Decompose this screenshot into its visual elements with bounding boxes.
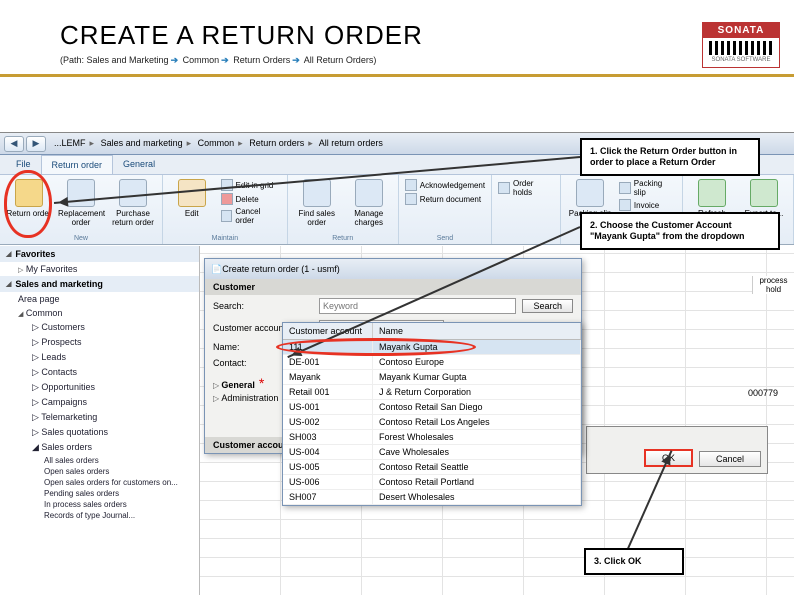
dropdown-row[interactable]: US-004Cave Wholesales [283,445,581,460]
nav-campaigns[interactable]: ▷ Campaigns [0,395,199,410]
my-favorites-item[interactable]: ▷ My Favorites [0,262,199,276]
return-document-button[interactable]: Return document [405,193,485,205]
dropdown-row[interactable]: US-001Contoso Retail San Diego [283,400,581,415]
dropdown-row[interactable]: SH007Desert Wholesales [283,490,581,505]
nav-pending-so[interactable]: Pending sales orders [0,488,199,499]
dropdown-row[interactable]: 111_Mayank Gupta [283,340,581,355]
dropdown-row[interactable]: SH003Forest Wholesales [283,430,581,445]
tab-return-order[interactable]: Return order [41,155,114,174]
packing-slip-journal-button[interactable]: Packing slip [619,179,676,197]
acknowledgement-button[interactable]: Acknowledgement [405,179,485,191]
cancel-button[interactable]: Cancel [699,451,761,467]
dropdown-row[interactable]: MayankMayank Kumar Gupta [283,370,581,385]
breadcrumb[interactable]: ...LEMF▸ Sales and marketing▸ Common▸ Re… [54,138,383,149]
customer-account-dropdown: Customer accountName 111_Mayank GuptaDE-… [282,322,582,506]
sales-marketing-section[interactable]: ◢Sales and marketing [0,276,199,292]
dropdown-row[interactable]: US-005Contoso Retail Seattle [283,460,581,475]
nav-forward-button[interactable]: ▶ [26,136,46,152]
sonata-logo: SONATA SONATA SOFTWARE [702,22,780,68]
dialog-footer: OK Cancel [586,426,768,474]
nav-sales-quotations[interactable]: ▷ Sales quotations [0,425,199,440]
process-hold-strip[interactable]: process hold [752,276,794,294]
tab-general[interactable]: General [113,155,165,174]
dialog-title: 📄 Create return order (1 - usmf) [205,259,581,279]
breadcrumb-path: (Path: Sales and Marketing➔ Common➔ Retu… [60,55,794,66]
delete-button[interactable]: Delete [221,193,281,205]
common-item[interactable]: ◢ Common [0,306,199,320]
favorites-section[interactable]: ◢Favorites [0,246,199,262]
find-sales-order-button[interactable]: Find sales order [294,179,340,227]
nav-telemarketing[interactable]: ▷ Telemarketing [0,410,199,425]
nav-opportunities[interactable]: ▷ Opportunities [0,380,199,395]
dropdown-row[interactable]: Retail 001J & Return Corporation [283,385,581,400]
slide-header: CREATE A RETURN ORDER (Path: Sales and M… [0,0,794,77]
callout-3: 3. Click OK [584,548,684,575]
nav-journal-records[interactable]: Records of type Journal... [0,510,199,521]
purchase-return-button[interactable]: Purchase return order [110,179,156,227]
nav-contacts[interactable]: ▷ Contacts [0,365,199,380]
return-order-button[interactable]: Return order [6,179,52,227]
nav-back-button[interactable]: ◀ [4,136,24,152]
nav-open-sales-orders[interactable]: Open sales orders [0,466,199,477]
callout-2: 2. Choose the Customer Account "Mayank G… [580,212,780,250]
edit-button[interactable]: Edit [169,179,215,225]
manage-charges-button[interactable]: Manage charges [346,179,392,227]
invoice-journal-button[interactable]: Invoice [619,199,676,211]
required-icon: * [259,375,264,391]
nav-leads[interactable]: ▷ Leads [0,350,199,365]
customer-section: Customer [205,279,581,295]
area-page-item[interactable]: Area page [0,292,199,306]
cancel-order-button[interactable]: Cancel order [221,207,281,225]
page-title: CREATE A RETURN ORDER [60,20,794,51]
search-input[interactable] [319,298,516,314]
dropdown-row[interactable]: US-002Contoso Retail Los Angeles [283,415,581,430]
search-button[interactable]: Search [522,299,573,313]
return-number-value: 000779 [748,388,778,398]
nav-customers[interactable]: ▷ Customers [0,320,199,335]
dropdown-row[interactable]: US-006Contoso Retail Portland [283,475,581,490]
nav-open-so-customers[interactable]: Open sales orders for customers on... [0,477,199,488]
order-holds-button[interactable]: Order holds [498,179,554,197]
tab-file[interactable]: File [6,155,41,174]
callout-1: 1. Click the Return Order button in orde… [580,138,760,176]
nav-inprocess-so[interactable]: In process sales orders [0,499,199,510]
nav-sales-orders[interactable]: ◢ Sales orders [0,440,199,455]
nav-all-sales-orders[interactable]: All sales orders [0,455,199,466]
search-label: Search: [213,301,313,311]
nav-prospects[interactable]: ▷ Prospects [0,335,199,350]
dropdown-row[interactable]: DE-001Contoso Europe [283,355,581,370]
navigation-pane: ◢Favorites ▷ My Favorites ◢Sales and mar… [0,246,200,595]
